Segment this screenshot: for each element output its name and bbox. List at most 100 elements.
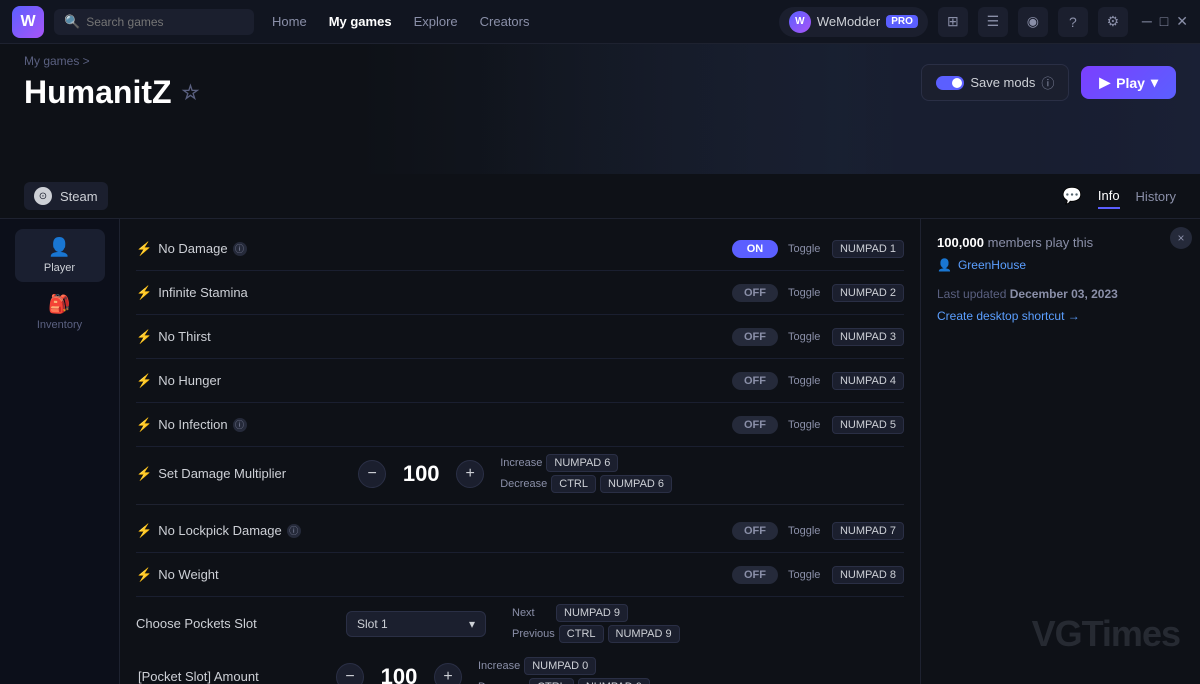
bolt-icon-infection: ⚡ — [136, 417, 152, 433]
bolt-icon-stamina: ⚡ — [136, 285, 152, 301]
toggle-no-damage[interactable]: ON — [732, 240, 778, 258]
save-mods-button[interactable]: Save mods ⓘ — [921, 64, 1069, 101]
increase-label-damage-mult: Increase — [500, 457, 542, 469]
mod-name-no-thirst: No Thirst — [158, 329, 732, 344]
pocket-slot-row: Choose Pockets Slot Slot 1 ▾ Next NUMPAD… — [136, 597, 904, 650]
sidebar-item-inventory[interactable]: 🎒 Inventory — [15, 286, 105, 339]
decrease-label-damage-mult: Decrease — [500, 478, 547, 490]
create-shortcut-link[interactable]: Create desktop shortcut → — [937, 309, 1184, 323]
search-box[interactable]: 🔍 — [54, 9, 254, 35]
save-toggle[interactable] — [936, 76, 964, 90]
toggle-no-thirst[interactable]: OFF — [732, 328, 778, 346]
toggle-no-infection[interactable]: OFF — [732, 416, 778, 434]
pocket-slot-label: Choose Pockets Slot — [136, 616, 336, 631]
nav-links: Home My games Explore Creators — [272, 14, 530, 29]
nav-my-games[interactable]: My games — [329, 14, 392, 29]
info-dot-lockpick[interactable]: ⓘ — [287, 524, 301, 538]
key-label-thirst: Toggle — [788, 331, 828, 343]
key-group-infection: Toggle NUMPAD 5 — [788, 416, 904, 434]
stepper-controls-damage-mult: − 100 + — [358, 460, 484, 488]
topnav: W 🔍 Home My games Explore Creators W WeM… — [0, 0, 1200, 44]
info-author: 👤 GreenHouse — [937, 258, 1184, 272]
tab-info[interactable]: Info — [1098, 184, 1120, 209]
toggle-infinite-stamina[interactable]: OFF — [732, 284, 778, 302]
window-controls: ─ □ ✕ — [1142, 13, 1188, 30]
person-icon: 👤 — [937, 258, 952, 272]
bolt-icon-damage-mult: ⚡ — [136, 466, 152, 482]
pro-badge: PRO — [886, 15, 918, 28]
search-icon: 🔍 — [64, 14, 80, 30]
key-badge-lockpick: NUMPAD 7 — [832, 522, 904, 540]
next-key-pocket-slot: NUMPAD 9 — [556, 604, 628, 622]
decrease-damage-mult-button[interactable]: − — [358, 460, 386, 488]
chat-icon[interactable]: 💬 — [1062, 186, 1082, 206]
maximize-button[interactable]: □ — [1160, 13, 1168, 30]
pocket-slot-prev-row: Previous CTRL NUMPAD 9 — [512, 625, 680, 643]
nav-home[interactable]: Home — [272, 14, 307, 29]
info-dot-no-damage[interactable]: ⓘ — [233, 242, 247, 256]
pocket-slot-keys: Next NUMPAD 9 Previous CTRL NUMPAD 9 — [512, 604, 680, 643]
tab-history[interactable]: History — [1136, 185, 1176, 208]
discord-icon-btn[interactable]: ◉ — [1018, 7, 1048, 37]
increase-damage-mult-button[interactable]: + — [456, 460, 484, 488]
key-group-stamina: Toggle NUMPAD 2 — [788, 284, 904, 302]
mod-row-no-hunger: ⚡ No Hunger OFF Toggle NUMPAD 4 — [136, 359, 904, 403]
prev-key2-pocket-slot: NUMPAD 9 — [608, 625, 680, 643]
bolt-icon-thirst: ⚡ — [136, 329, 152, 345]
nav-explore[interactable]: Explore — [414, 14, 458, 29]
favorite-star-icon[interactable]: ☆ — [182, 80, 200, 105]
nav-creators[interactable]: Creators — [480, 14, 530, 29]
help-icon-btn[interactable]: ? — [1058, 7, 1088, 37]
damage-mult-increase-row: Increase NUMPAD 6 — [500, 454, 672, 472]
pocket-slot-select[interactable]: Slot 1 ▾ — [346, 611, 486, 637]
search-input[interactable] — [86, 15, 244, 29]
content-area: ⚡ No Damage ⓘ ON Toggle NUMPAD 1 ⚡ Infin… — [120, 219, 920, 684]
close-button[interactable]: ✕ — [1176, 13, 1188, 30]
hero-actions: Save mods ⓘ ▶ Play ▾ — [921, 64, 1176, 101]
settings-icon-btn[interactable]: ⚙ — [1098, 7, 1128, 37]
mod-row-no-damage: ⚡ No Damage ⓘ ON Toggle NUMPAD 1 — [136, 227, 904, 271]
stepper-name-pocket-amount: [Pocket Slot] Amount — [136, 669, 336, 684]
pocket-amount-keys: Increase NUMPAD 0 Decrease CTRL NUMPAD 0 — [478, 657, 650, 684]
list-icon-btn[interactable]: ☰ — [978, 7, 1008, 37]
mod-row-damage-multiplier: ⚡ Set Damage Multiplier − 100 + Increase… — [136, 447, 904, 500]
damage-mult-value: 100 — [396, 461, 446, 487]
key-label-lockpick: Toggle — [788, 525, 828, 537]
info-updated: Last updated December 03, 2023 — [937, 287, 1184, 301]
play-button[interactable]: ▶ Play ▾ — [1081, 66, 1176, 99]
steam-icon: ⊙ — [34, 187, 52, 205]
toggle-no-weight[interactable]: OFF — [732, 566, 778, 584]
decrease-key1-pocket-amount: CTRL — [529, 678, 574, 684]
damage-mult-decrease-row: Decrease CTRL NUMPAD 6 — [500, 475, 672, 493]
key-group-no-damage: Toggle NUMPAD 1 — [788, 240, 904, 258]
toggle-no-lockpick-damage[interactable]: OFF — [732, 522, 778, 540]
key-badge-hunger: NUMPAD 4 — [832, 372, 904, 390]
mod-name-no-hunger: No Hunger — [158, 373, 732, 388]
key-group-lockpick: Toggle NUMPAD 7 — [788, 522, 904, 540]
bolt-icon-lockpick: ⚡ — [136, 523, 152, 539]
info-panel: × 100,000 members play this 👤 GreenHouse… — [920, 219, 1200, 684]
key-badge-thirst: NUMPAD 3 — [832, 328, 904, 346]
logo-icon: W — [12, 6, 44, 38]
platform-right: 💬 Info History — [1062, 184, 1176, 209]
decrease-pocket-amount-button[interactable]: − — [336, 663, 364, 684]
info-dot-save: ⓘ — [1041, 73, 1054, 92]
increase-pocket-amount-button[interactable]: + — [434, 663, 462, 684]
mod-name-no-lockpick-damage: No Lockpick Damage ⓘ — [158, 523, 732, 538]
close-panel-button[interactable]: × — [1170, 227, 1192, 249]
minimize-button[interactable]: ─ — [1142, 13, 1152, 30]
decrease-key2-pocket-amount: NUMPAD 0 — [578, 678, 650, 684]
user-avatar: W — [789, 11, 811, 33]
breadcrumb-link[interactable]: My games > — [24, 54, 90, 68]
sidebar-item-player[interactable]: 👤 Player — [15, 229, 105, 282]
members-count: 100,000 — [937, 235, 984, 250]
grid-icon-btn[interactable]: ⊞ — [938, 7, 968, 37]
toggle-no-hunger[interactable]: OFF — [732, 372, 778, 390]
info-dot-no-infection[interactable]: ⓘ — [233, 418, 247, 432]
author-name: GreenHouse — [958, 258, 1026, 272]
play-icon: ▶ — [1099, 74, 1110, 91]
player-icon: 👤 — [48, 237, 70, 258]
increase-key-damage-mult: NUMPAD 6 — [546, 454, 618, 472]
key-group-thirst: Toggle NUMPAD 3 — [788, 328, 904, 346]
pocket-slot-value: Slot 1 — [357, 617, 388, 631]
